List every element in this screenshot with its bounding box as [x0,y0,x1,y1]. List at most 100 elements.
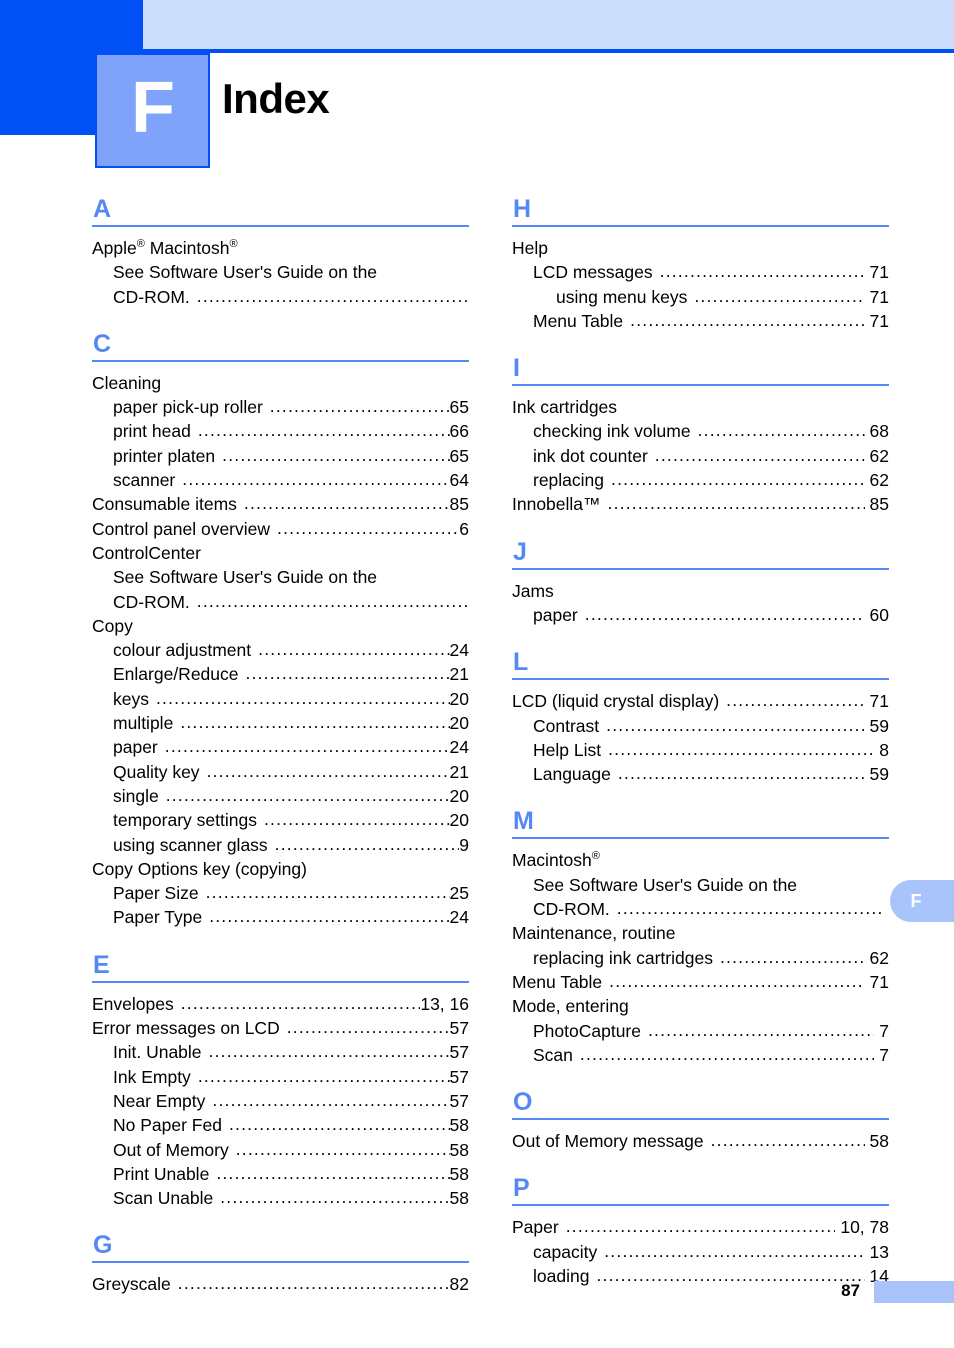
index-entry[interactable]: See Software User's Guide on the........… [92,260,469,284]
index-entry[interactable]: Scan....................................… [512,1043,889,1067]
index-entry[interactable]: LCD (liquid crystal display)............… [512,689,889,713]
index-entry-text: paper [533,604,578,625]
index-entry[interactable]: Out of Memory message...................… [512,1129,889,1153]
index-entry[interactable]: using scanner glass.....................… [92,833,469,857]
index-entry-leader: ........................................… [604,1240,865,1261]
index-entry[interactable]: replacing ink cartridges................… [512,946,889,970]
index-entry[interactable]: Paper Size..............................… [92,881,469,905]
index-entry[interactable]: Macintosh®..............................… [512,848,889,872]
index-entry-page: 65 [449,397,469,418]
index-entry[interactable]: Menu Table..............................… [512,970,889,994]
index-entry[interactable]: keys....................................… [92,687,469,711]
index-entry[interactable]: CD-ROM..................................… [92,590,469,614]
index-entry[interactable]: replacing...............................… [512,468,889,492]
index-entry[interactable]: loading.................................… [512,1264,889,1288]
index-entry-text: keys [113,688,149,709]
index-entry-leader: ........................................… [222,444,449,465]
index-entry[interactable]: printer platen..........................… [92,444,469,468]
index-entry[interactable]: Maintenance, routine....................… [512,921,889,945]
index-entry[interactable]: See Software User's Guide on the........… [92,565,469,589]
index-entry[interactable]: Scan Unable.............................… [92,1186,469,1210]
index-entry[interactable]: ink dot counter.........................… [512,444,889,468]
index-entry[interactable]: Ink cartridges..........................… [512,395,889,419]
index-entry-text: Quality key [113,761,200,782]
index-entry-page: 8 [879,739,889,760]
page-title: Index [222,75,330,122]
index-entry[interactable]: Consumable items........................… [92,492,469,516]
index-entry-text: See Software User's Guide on the [533,874,798,895]
index-entry[interactable]: using menu keys.........................… [512,285,889,309]
index-entry-leader: ........................................… [606,714,864,735]
index-entry[interactable]: CD-ROM..................................… [92,285,469,309]
index-section-letter: I [513,354,520,383]
index-entry[interactable]: Control panel overview..................… [92,517,469,541]
index-entry[interactable]: paper...................................… [92,735,469,759]
index-entry-text: Mode, entering [512,996,629,1017]
index-entry[interactable]: Error messages on LCD...................… [92,1016,469,1040]
index-entry[interactable]: Cleaning................................… [92,371,469,395]
index-entry[interactable]: Menu Table..............................… [512,309,889,333]
index-entry[interactable]: See Software User's Guide on the........… [512,873,889,897]
index-entry-text: colour adjustment [113,640,252,661]
index-entry[interactable]: capacity................................… [512,1240,889,1264]
index-entry[interactable]: multiple................................… [92,711,469,735]
index-entry[interactable]: Print Unable............................… [92,1162,469,1186]
index-entry[interactable]: PhotoCapture............................… [512,1019,889,1043]
index-entry[interactable]: Copy Options key (copying)..............… [92,857,469,881]
index-entry[interactable]: Copy....................................… [92,614,469,638]
index-section: A Apple® Macintosh®......................… [92,196,469,309]
index-entry[interactable]: Apple® Macintosh®.......................… [92,236,469,260]
index-section-letter: J [513,537,527,566]
index-entry[interactable]: Init. Unable............................… [92,1040,469,1064]
index-entry-text: using menu keys [556,286,688,307]
index-entry-leader: ........................................… [565,1216,836,1237]
index-entry-leader: ........................................… [609,970,864,991]
index-entry-leader: ........................................… [205,882,450,903]
index-entry[interactable]: CD-ROM..................................… [512,897,889,921]
index-entry[interactable]: Contrast................................… [512,714,889,738]
index-entry-leader: ........................................… [286,1017,450,1038]
index-entry-text: printer platen [113,445,216,466]
index-entry[interactable]: temporary settings......................… [92,808,469,832]
index-entry[interactable]: scanner.................................… [92,468,469,492]
index-entry-page: 59 [869,715,889,736]
index-entry[interactable]: Near Empty..............................… [92,1089,469,1113]
index-entry[interactable]: Ink Empty...............................… [92,1065,469,1089]
index-entry-text: multiple [113,713,174,734]
index-entry[interactable]: paper pick-up roller....................… [92,395,469,419]
index-entry[interactable]: Enlarge/Reduce..........................… [92,662,469,686]
index-entry-leader: ........................................… [208,1041,450,1062]
index-section-letter: C [93,329,112,358]
index-section-letter: H [513,195,532,223]
index-entry-text: PhotoCapture [533,1020,641,1041]
index-entry-leader: ........................................… [197,1065,450,1086]
index-entry[interactable]: ControlCenter...........................… [92,541,469,565]
index-entry[interactable]: Language................................… [512,762,889,786]
index-entry-leader: ........................................… [630,309,864,330]
index-entry-leader: ........................................… [263,809,450,830]
index-entry[interactable]: Help List...............................… [512,738,889,762]
index-entry[interactable]: Greyscale...............................… [92,1272,469,1296]
index-entry[interactable]: print head..............................… [92,419,469,443]
index-entry[interactable]: No Paper Fed............................… [92,1113,469,1137]
index-entry[interactable]: checking ink volume.....................… [512,419,889,443]
index-entry-leader: ........................................… [608,738,875,759]
index-entry[interactable]: colour adjustment.......................… [92,638,469,662]
index-entry[interactable]: Innobella™..............................… [512,492,889,516]
index-entry[interactable]: Quality key.............................… [92,760,469,784]
index-entry-page: 20 [449,713,469,734]
index-entry-text: LCD (liquid crystal display) [512,691,720,712]
chapter-edge-tab: F [890,880,954,922]
index-entry-page: 65 [449,445,469,466]
index-entry[interactable]: Envelopes...............................… [92,992,469,1016]
index-entry[interactable]: Paper...................................… [512,1215,889,1239]
index-entry[interactable]: Out of Memory...........................… [92,1138,469,1162]
index-entry[interactable]: Paper Type..............................… [92,905,469,929]
index-entry[interactable]: Mode, entering..........................… [512,994,889,1018]
index-entry[interactable]: paper...................................… [512,603,889,627]
index-entry-text: Jams [512,580,554,601]
index-entry[interactable]: LCD messages............................… [512,260,889,284]
index-entry[interactable]: Help....................................… [512,236,889,260]
index-entry[interactable]: Jams....................................… [512,579,889,603]
index-entry[interactable]: single..................................… [92,784,469,808]
